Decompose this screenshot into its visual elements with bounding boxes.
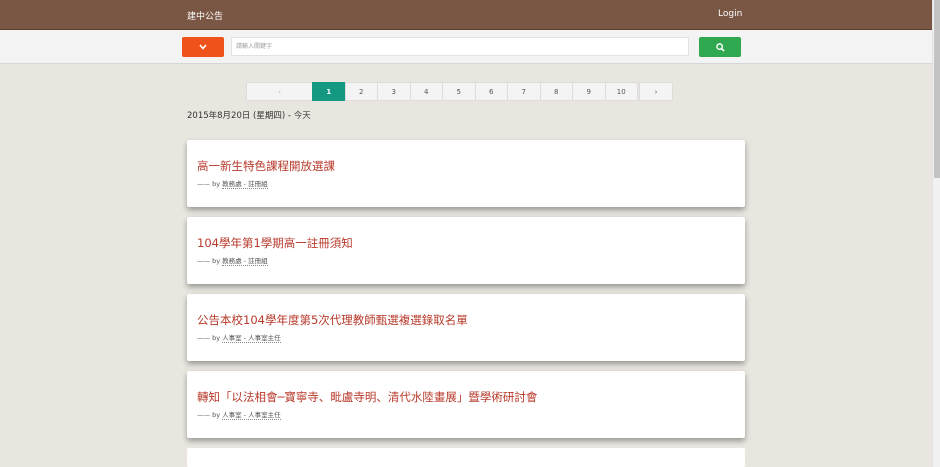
post-department[interactable]: 人事室 - 人事室主任	[222, 411, 281, 420]
page-link[interactable]: 1	[312, 82, 346, 101]
site-brand[interactable]: 建中公告	[187, 9, 223, 22]
post-department[interactable]: 教務處 - 註冊組	[222, 180, 268, 189]
top-navbar: 建中公告 Login	[0, 0, 932, 30]
scrollbar-thumb[interactable]	[934, 0, 940, 178]
post-meta: —— by 人事室 - 人事室主任	[197, 409, 281, 420]
page-link[interactable]: 8	[539, 82, 573, 101]
post-title[interactable]: 高一新生特色課程開放選課	[197, 158, 335, 174]
today-label: 今天	[293, 111, 311, 121]
pagination-next[interactable]: ›	[639, 82, 673, 101]
post-meta: —— by 教務處 - 註冊組	[197, 255, 268, 266]
post-meta: —— by 教務處 - 註冊組	[197, 178, 268, 189]
page-link[interactable]: 4	[409, 82, 443, 101]
page-link[interactable]: 6	[474, 82, 508, 101]
post-card[interactable]: 104學年第1學期高一註冊須知 —— by 教務處 - 註冊組	[187, 217, 745, 284]
post-department[interactable]: 人事室 - 人事室主任	[222, 334, 281, 343]
date-header: 2015年8月20日 (星期四) - 今天	[187, 109, 311, 121]
login-link[interactable]: Login	[718, 9, 742, 19]
post-by-label: —— by	[197, 257, 223, 265]
pagination: ‹ 1 2 3 4 5 6 7 8 9 10 ›	[246, 82, 673, 101]
date-text: 2015年8月20日 (星期四)	[187, 111, 286, 121]
search-bar	[0, 30, 932, 64]
search-icon	[715, 42, 725, 52]
page-link[interactable]: 9	[572, 82, 606, 101]
chevron-down-icon	[199, 44, 207, 50]
post-department[interactable]: 教務處 - 註冊組	[222, 257, 268, 266]
date-separator: -	[285, 111, 294, 121]
post-card-partial[interactable]	[187, 448, 745, 467]
page-link[interactable]: 5	[442, 82, 476, 101]
search-button[interactable]	[699, 37, 741, 57]
category-dropdown-button[interactable]	[182, 37, 224, 57]
vertical-scrollbar[interactable]	[932, 0, 940, 467]
post-title[interactable]: 104學年第1學期高一註冊須知	[197, 235, 353, 251]
post-by-label: —— by	[197, 411, 223, 419]
post-card[interactable]: 高一新生特色課程開放選課 —— by 教務處 - 註冊組	[187, 140, 745, 207]
post-meta: —— by 人事室 - 人事室主任	[197, 332, 281, 343]
page-link[interactable]: 10	[604, 82, 638, 101]
post-title[interactable]: 公告本校104學年度第5次代理教師甄選複選錄取名單	[197, 312, 468, 328]
post-title[interactable]: 轉知「以法相會─寶寧寺、毗盧寺明、清代水陸畫展」暨學術研討會	[197, 389, 537, 405]
search-input[interactable]	[231, 37, 689, 56]
post-card[interactable]: 轉知「以法相會─寶寧寺、毗盧寺明、清代水陸畫展」暨學術研討會 —— by 人事室…	[187, 371, 745, 438]
page-link[interactable]: 2	[344, 82, 378, 101]
page-link[interactable]: 7	[507, 82, 541, 101]
page-link[interactable]: 3	[377, 82, 411, 101]
post-by-label: —— by	[197, 334, 223, 342]
pagination-prev[interactable]: ‹	[246, 82, 313, 101]
post-card[interactable]: 公告本校104學年度第5次代理教師甄選複選錄取名單 —— by 人事室 - 人事…	[187, 294, 745, 361]
post-by-label: —— by	[197, 180, 223, 188]
